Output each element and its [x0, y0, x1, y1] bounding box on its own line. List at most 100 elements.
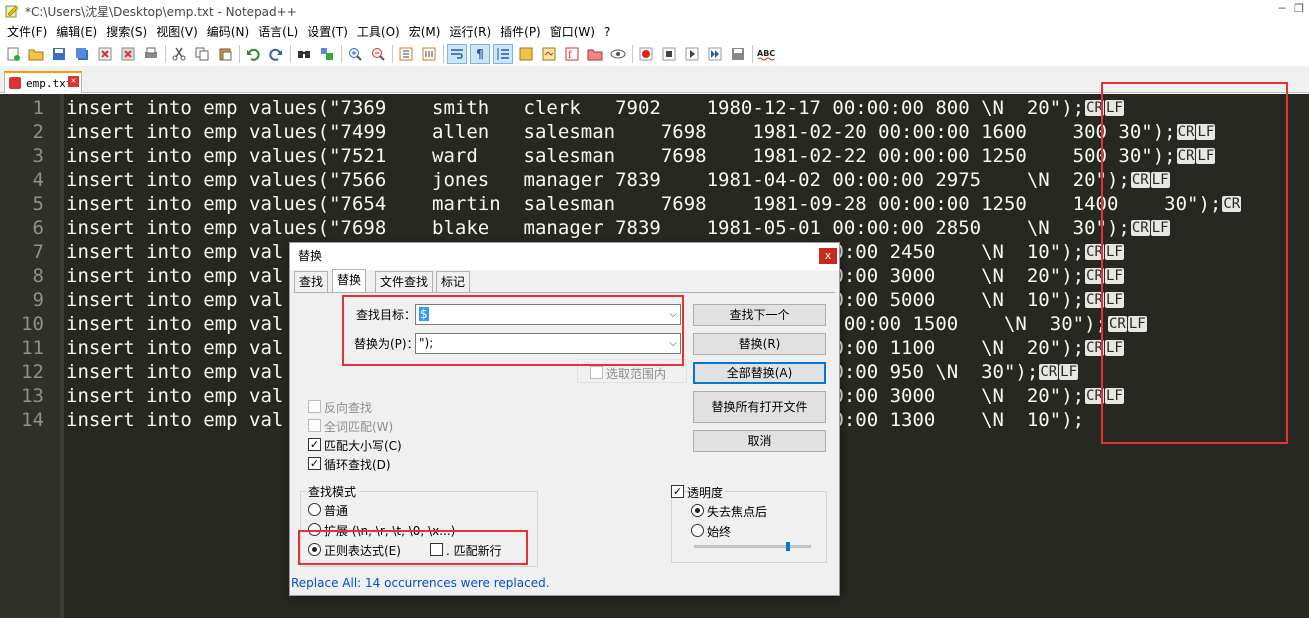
replace-all-button[interactable]: 全部替换(A) [693, 362, 826, 384]
sync-vertical-icon[interactable] [397, 45, 415, 63]
cancel-button[interactable]: 取消 [693, 430, 826, 452]
menu-macro[interactable]: 宏(M) [406, 22, 447, 42]
replace-all-open-docs-button[interactable]: 替换所有打开文件 [693, 391, 826, 423]
line-text: insert into emp values("7698 blake manag… [66, 216, 1170, 240]
redo-icon[interactable] [267, 45, 285, 63]
macro-play-icon[interactable] [683, 45, 701, 63]
tab-mark[interactable]: 标记 [436, 271, 471, 293]
tab-emp-txt[interactable]: emp.txt ✕ [4, 71, 82, 93]
replace-button[interactable]: 替换(R) [693, 333, 826, 355]
restore-button[interactable]: ❐ [1292, 2, 1306, 16]
transparency-checkbox[interactable]: ✓ [671, 485, 684, 498]
document-map-icon[interactable] [540, 45, 558, 63]
whole-word-checkbox[interactable] [308, 419, 321, 432]
menu-encoding[interactable]: 编码(N) [204, 22, 255, 42]
toolbar-separator [443, 45, 444, 63]
toolbar-separator [165, 45, 166, 63]
tab-find-in-files[interactable]: 文件查找 [375, 271, 434, 293]
in-selection-checkbox[interactable] [590, 366, 603, 379]
find-icon[interactable] [295, 45, 313, 63]
indent-guide-icon[interactable] [493, 44, 513, 64]
menu-view[interactable]: 视图(V) [153, 22, 204, 42]
line-number: 12 [21, 361, 44, 383]
toolbar-separator [239, 45, 240, 63]
open-file-icon[interactable] [27, 45, 45, 63]
status-message: Replace All: 14 occurrences were replace… [291, 576, 550, 590]
line-number: 10 [21, 313, 44, 335]
paste-icon[interactable] [216, 45, 234, 63]
line-number: 13 [21, 385, 44, 407]
transparency-slider-thumb[interactable] [786, 542, 790, 551]
menu-edit[interactable]: 编辑(E) [53, 22, 103, 42]
save-icon[interactable] [50, 45, 68, 63]
on-lose-focus-radio[interactable] [691, 504, 704, 517]
macro-save-icon[interactable] [729, 45, 747, 63]
zoom-out-icon[interactable] [369, 45, 387, 63]
match-case-checkbox[interactable]: ✓ [308, 438, 321, 451]
menu-file[interactable]: 文件(F) [4, 22, 53, 42]
replace-icon[interactable] [318, 45, 336, 63]
toolbar-separator [752, 45, 753, 63]
transparency-label: 透明度 [687, 484, 726, 501]
show-all-characters-icon[interactable]: ¶ [470, 44, 490, 64]
line-number: 5 [32, 193, 44, 215]
line-content: insert into emp values("7566 jones manag… [66, 169, 1130, 191]
menu-settings[interactable]: 设置(T) [304, 22, 354, 42]
on-lose-focus-label: 失去焦点后 [707, 505, 768, 519]
zoom-in-icon[interactable] [346, 45, 364, 63]
line-number: 3 [32, 145, 44, 167]
word-wrap-icon[interactable] [447, 44, 467, 64]
menu-help[interactable]: ? [601, 22, 616, 42]
backward-label: 反向查找 [324, 401, 373, 415]
print-icon[interactable] [142, 45, 160, 63]
folder-as-workspace-icon[interactable] [586, 45, 604, 63]
svg-text:ABC: ABC [757, 49, 775, 58]
tab-replace[interactable]: 替换 [332, 269, 367, 293]
mode-normal-label: 普通 [324, 504, 349, 518]
fold-margin [60, 94, 64, 618]
monitoring-icon[interactable] [609, 45, 627, 63]
save-all-icon[interactable] [73, 45, 91, 63]
wrap-around-checkbox[interactable]: ✓ [308, 457, 321, 470]
macro-record-icon[interactable] [637, 45, 655, 63]
user-defined-language-icon[interactable] [517, 45, 535, 63]
copy-icon[interactable] [193, 45, 211, 63]
backward-checkbox[interactable] [308, 400, 321, 413]
annotation-box-line-endings [1101, 82, 1288, 444]
function-list-icon[interactable]: f [563, 45, 581, 63]
macro-run-multiple-icon[interactable] [706, 45, 724, 63]
undo-icon[interactable] [244, 45, 262, 63]
line-number: 4 [32, 169, 44, 191]
sync-horizontal-icon[interactable] [420, 45, 438, 63]
macro-stop-icon[interactable] [660, 45, 678, 63]
transparency-slider[interactable] [694, 545, 811, 548]
line-text: insert into emp values("7369 smith clerk… [66, 96, 1124, 120]
find-next-button[interactable]: 查找下一个 [693, 304, 826, 326]
dialog-close-button[interactable]: x [819, 248, 837, 264]
lf-marker: LF [1059, 364, 1079, 380]
always-radio[interactable] [691, 524, 704, 537]
close-all-icon[interactable] [119, 45, 137, 63]
menu-plugins[interactable]: 插件(P) [497, 22, 547, 42]
line-number: 7 [32, 241, 44, 263]
new-file-icon[interactable] [4, 45, 22, 63]
menu-tools[interactable]: 工具(O) [354, 22, 406, 42]
menu-language[interactable]: 语言(L) [255, 22, 304, 42]
dialog-title: 替换 [290, 243, 839, 270]
tab-close-icon[interactable]: ✕ [68, 76, 79, 87]
tab-find[interactable]: 查找 [294, 271, 329, 293]
line-number: 2 [32, 121, 44, 143]
menu-run[interactable]: 运行(R) [446, 22, 497, 42]
in-selection-label: 选取范围内 [606, 367, 667, 381]
menu-window[interactable]: 窗口(W) [547, 22, 601, 42]
menu-search[interactable]: 搜索(S) [103, 22, 153, 42]
annotation-box-find-replace [342, 295, 684, 366]
minimize-button[interactable]: ─ [1275, 2, 1289, 16]
cut-icon[interactable] [170, 45, 188, 63]
close-file-icon[interactable] [96, 45, 114, 63]
toolbar-separator [632, 45, 633, 63]
toolbar-separator [290, 45, 291, 63]
mode-normal-radio[interactable] [308, 503, 321, 516]
spell-check-icon[interactable]: ABC [757, 45, 775, 63]
notepad-plus-plus-icon [5, 5, 19, 18]
